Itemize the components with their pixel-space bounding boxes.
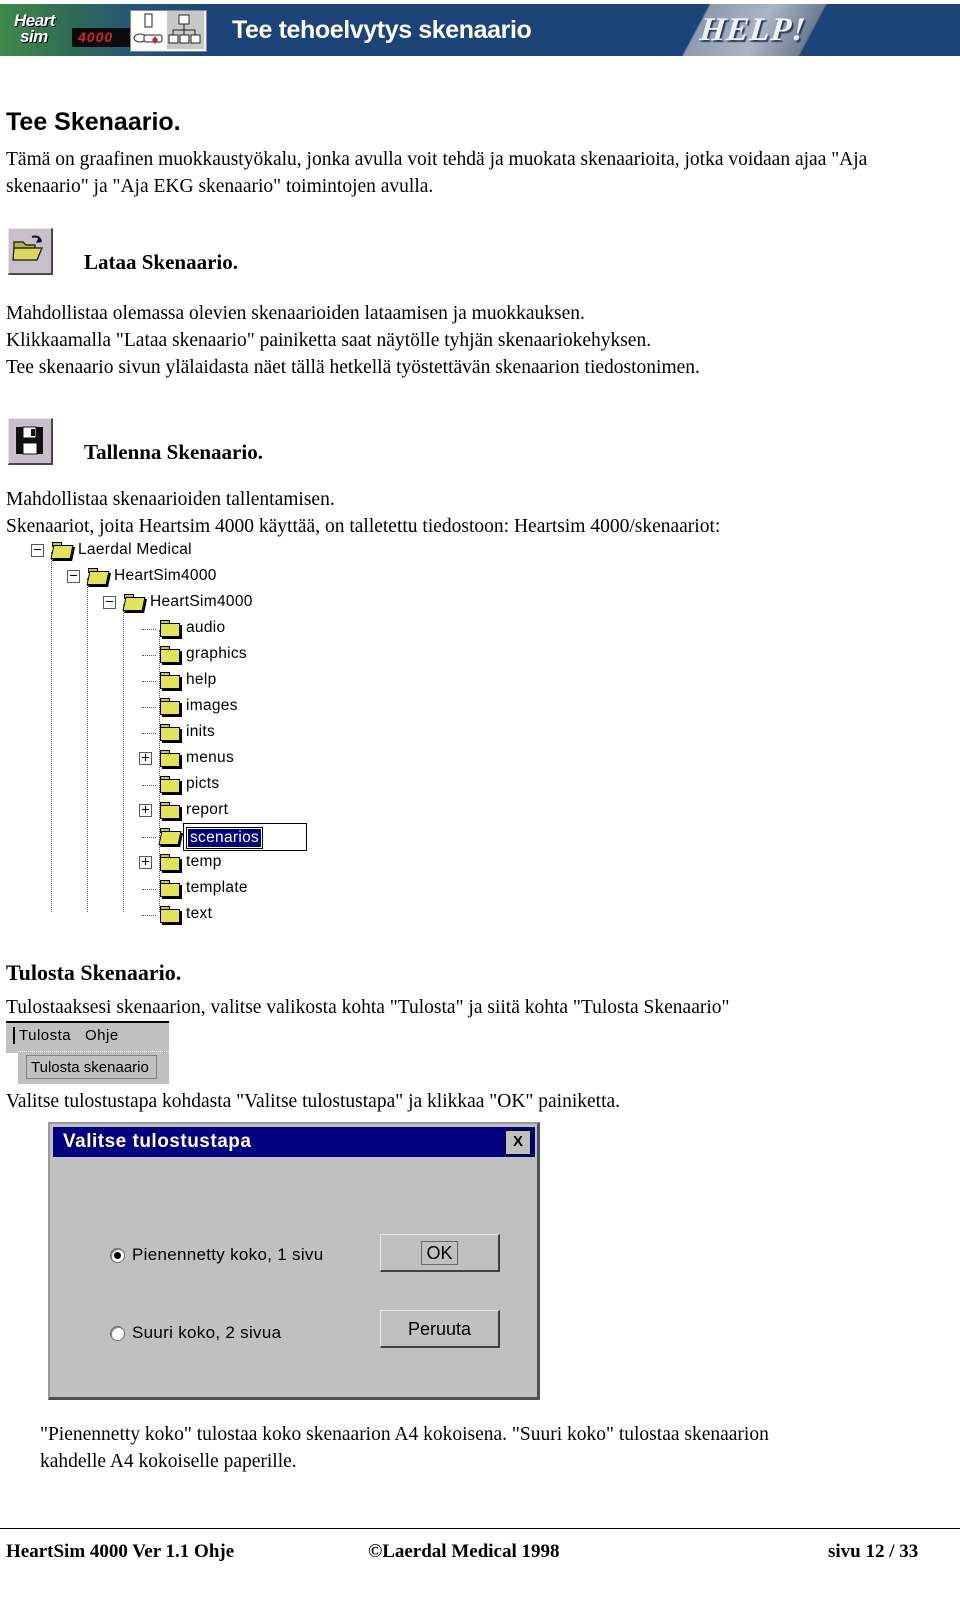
tree-guide-line (142, 707, 156, 709)
page-intro: Tämä on graafinen muokkaustyökalu, jonka… (6, 149, 868, 197)
folder-icon (160, 750, 180, 767)
save-section-line2: Skenaariot, joita Heartsim 4000 käyttää,… (6, 516, 721, 537)
menu-item-tulosta[interactable]: Tulosta (13, 1027, 71, 1044)
help-label: HELP! (698, 12, 808, 48)
radio-label: Suuri koko, 2 sivua (132, 1323, 282, 1342)
tree-toggle-minus-icon[interactable] (67, 570, 80, 583)
tree-node-label: Laerdal Medical (78, 541, 192, 558)
tree-guide-line (142, 785, 156, 787)
tree-node-label: images (186, 697, 238, 714)
save-section-heading: Tallenna Skenaario. (84, 440, 263, 464)
save-section-line1: Mahdollistaa skenaarioiden tallentamisen… (6, 489, 335, 510)
load-section-line3: Tee skenaario sivun ylälaidasta näet täl… (6, 357, 700, 378)
folder-icon (160, 854, 180, 871)
folder-icon (160, 698, 180, 715)
tree-node-label: menus (186, 749, 235, 766)
tree-node-label: template (186, 879, 248, 896)
tree-toggle-plus-icon[interactable] (139, 804, 152, 817)
tree-node-label-selected: scenarios (186, 827, 264, 849)
tree-guide-line (142, 629, 156, 631)
folder-icon (122, 594, 146, 611)
folder-icon (160, 672, 180, 689)
tree-node-label: help (186, 671, 217, 688)
print-section-heading: Tulosta Skenaario. (6, 960, 182, 985)
folder-icon (160, 646, 180, 663)
tree-guide-line (123, 604, 125, 912)
menu-item-tulosta-skenaario[interactable]: Tulosta skenaario (26, 1055, 157, 1079)
closing-line2: kahdelle A4 kokoiselle paperille. (40, 1451, 297, 1472)
menu-bar[interactable]: Tulosta Ohje (6, 1021, 169, 1053)
folder-tree[interactable]: Laerdal Medical HeartSim4000 HeartSim400… (31, 538, 368, 938)
tree-guide-line (142, 915, 156, 917)
dialog-title: Valitse tulostustapa (63, 1131, 252, 1152)
tree-guide-line (142, 837, 156, 839)
footer-right: sivu 12 / 33 (828, 1541, 919, 1562)
open-folder-icon[interactable] (8, 228, 53, 275)
folder-icon (158, 828, 182, 845)
tree-guide-line (142, 733, 156, 735)
ok-button[interactable]: OK (380, 1234, 500, 1272)
tree-toggle-plus-icon[interactable] (139, 752, 152, 765)
load-section-line1: Mahdollistaa olemassa olevien skenaarioi… (6, 303, 585, 324)
tree-guide-line (142, 655, 156, 657)
radio-button-icon[interactable] (110, 1326, 125, 1341)
valitse-tulostustapa-dialog[interactable]: Valitse tulostustapa X Pienennetty koko,… (48, 1122, 540, 1400)
logo-sim-text: sim (20, 27, 48, 46)
load-section-heading: Lataa Skenaario. (84, 250, 239, 274)
print-menu-screenshot[interactable]: Tulosta Ohje Tulosta skenaario (6, 1021, 169, 1084)
print-section-line2: Valitse tulostustapa kohdasta "Valitse t… (6, 1091, 621, 1112)
folder-icon (160, 776, 180, 793)
footer-divider (0, 1528, 960, 1529)
folder-icon (50, 542, 74, 559)
tree-node-label: temp (186, 853, 222, 870)
ok-button-label: OK (421, 1241, 458, 1265)
tree-toggle-plus-icon[interactable] (139, 856, 152, 869)
floppy-disk-icon[interactable] (8, 418, 53, 465)
logo-model-text: 4000 (78, 29, 114, 45)
tree-guide-line (51, 552, 53, 912)
print-section-line1: Tulostaaksesi skenaarion, valitse valiko… (6, 997, 730, 1018)
folder-icon (160, 880, 180, 897)
radio-button-selected-icon[interactable] (110, 1248, 125, 1263)
menu-item-ohje[interactable]: Ohje (85, 1027, 119, 1044)
footer-left: HeartSim 4000 Ver 1.1 Ohje (6, 1541, 235, 1562)
dialog-titlebar: Valitse tulostustapa X (53, 1127, 535, 1157)
closing-line1: "Pienennetty koko" tulostaa koko skenaar… (40, 1424, 769, 1445)
tree-guide-line (142, 681, 156, 683)
close-icon[interactable]: X (505, 1130, 531, 1155)
cancel-button[interactable]: Peruuta (380, 1310, 500, 1348)
folder-icon (160, 906, 180, 923)
banner-title: Tee tehoelvytys skenaario (232, 16, 532, 44)
cancel-button-label: Peruuta (407, 1319, 472, 1339)
manikin-and-network-icon (130, 10, 207, 52)
tree-node-label: audio (186, 619, 226, 636)
folder-icon (160, 620, 180, 637)
tree-guide-line (142, 889, 156, 891)
tree-guide-line (87, 578, 89, 912)
tree-toggle-minus-icon[interactable] (103, 596, 116, 609)
tree-node-label: picts (186, 775, 220, 792)
page-title: Tee Skenaario. (6, 108, 181, 136)
tree-node-label: graphics (186, 645, 247, 662)
load-section-line2: Klikkaamalla "Lataa skenaario" painikett… (6, 330, 652, 351)
header-banner: Heart sim 4000 Tee tehoelvytys skenaario… (0, 4, 960, 56)
tree-node-label: report (186, 801, 229, 818)
folder-icon (86, 568, 110, 585)
footer-center: ©Laerdal Medical 1998 (368, 1541, 560, 1562)
menu-dropdown[interactable]: Tulosta skenaario (18, 1051, 169, 1084)
tree-node-label: inits (186, 723, 216, 740)
tree-node-label: HeartSim4000 (150, 593, 253, 610)
tree-node-label: HeartSim4000 (114, 567, 217, 584)
folder-icon (160, 802, 180, 819)
tree-node-label: text (186, 905, 213, 922)
tree-toggle-minus-icon[interactable] (31, 544, 44, 557)
radio-label: Pienennetty koko, 1 sivu (132, 1245, 324, 1264)
folder-icon (160, 724, 180, 741)
